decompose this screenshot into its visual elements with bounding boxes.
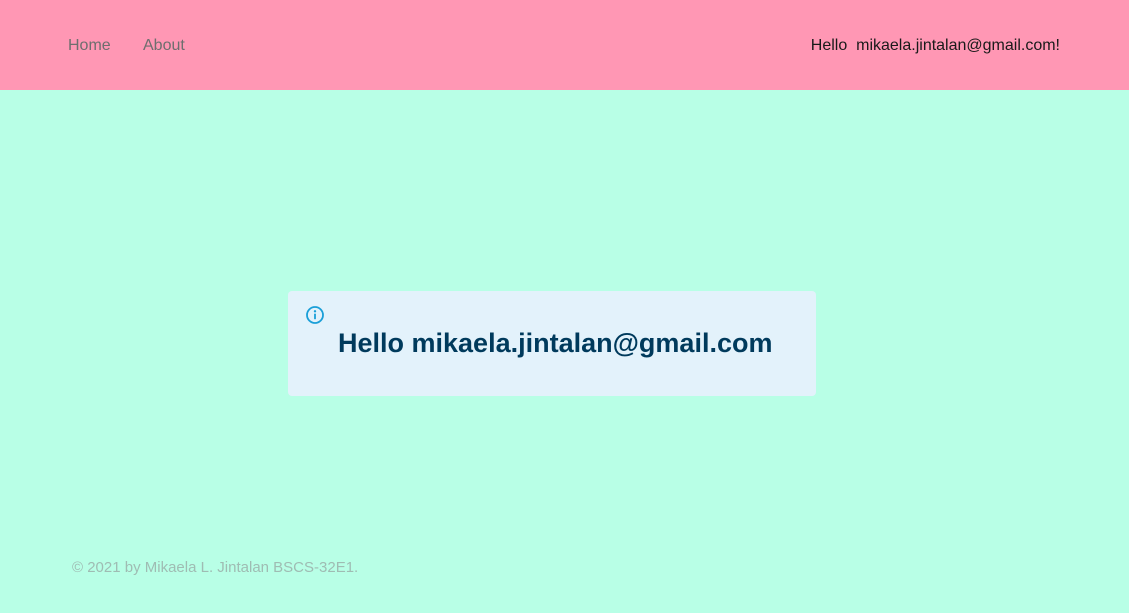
- alert-message: Hello mikaela.jintalan@gmail.com: [338, 328, 773, 358]
- greeting-email: mikaela.jintalan@gmail.com!: [856, 37, 1060, 54]
- footer-copyright: © 2021 by Mikaela L. Jintalan BSCS-32E1.: [72, 559, 359, 576]
- top-navbar: Home About Hello mikaela.jintalan@gmail.…: [0, 0, 1129, 90]
- info-icon: [305, 305, 325, 325]
- nav-link-home[interactable]: Home: [68, 36, 111, 56]
- user-greeting: Hello mikaela.jintalan@gmail.com!: [811, 36, 1060, 56]
- greeting-prefix: Hello: [810, 37, 848, 54]
- info-alert: Hello mikaela.jintalan@gmail.com: [288, 291, 816, 396]
- nav-link-about[interactable]: About: [143, 36, 185, 56]
